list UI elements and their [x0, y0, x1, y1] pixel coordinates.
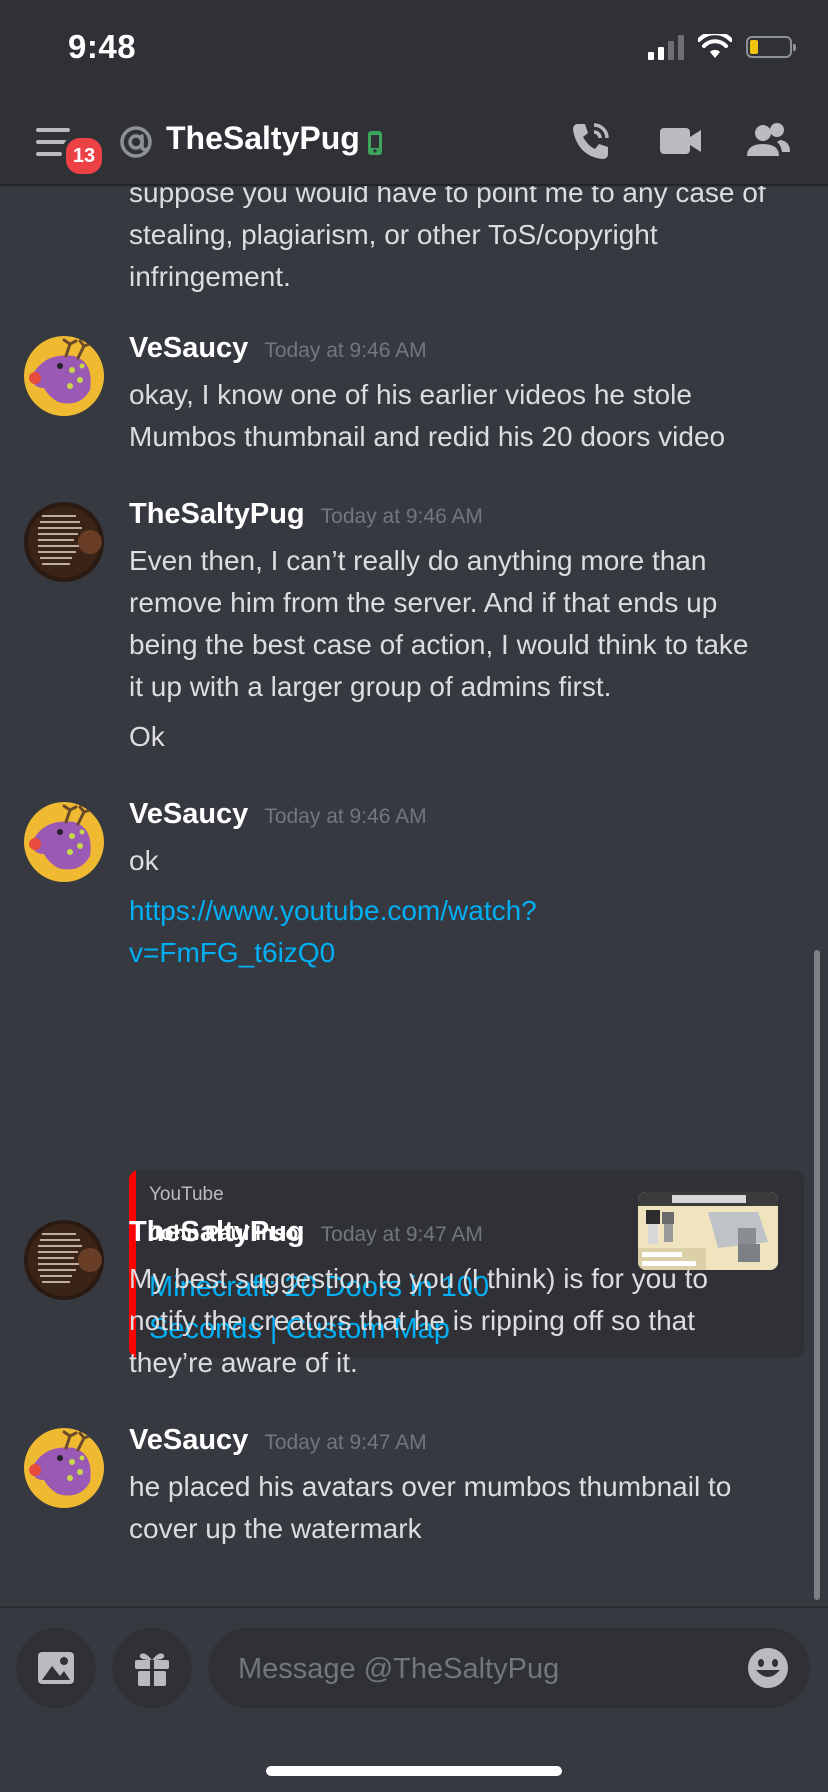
message-line: cover up the watermark — [129, 1513, 422, 1544]
username[interactable]: VeSaucy — [129, 332, 248, 365]
wifi-icon — [698, 34, 732, 58]
members-icon[interactable] — [744, 118, 792, 164]
message-body: VeSaucy Today at 9:46 AM okay, I know on… — [129, 332, 799, 458]
message-line: ok — [129, 845, 159, 876]
gift-button[interactable] — [112, 1628, 192, 1708]
avatar[interactable] — [24, 1428, 104, 1508]
mobile-status-icon — [368, 131, 382, 155]
message-list[interactable]: suppose you would have to point me to an… — [0, 186, 828, 1606]
avatar[interactable] — [24, 802, 104, 882]
cellular-signal-icon — [648, 34, 684, 60]
message-line: okay, I know one of his earlier videos h… — [129, 379, 692, 410]
link-line[interactable]: https://www.youtube.com/watch? — [129, 890, 799, 932]
message-line: My best suggestion to you (I think) is f… — [129, 1263, 708, 1294]
image-icon — [38, 1652, 74, 1684]
attach-image-button[interactable] — [16, 1628, 96, 1708]
username[interactable]: VeSaucy — [129, 798, 248, 831]
message-line: it up with a larger group of admins firs… — [129, 671, 612, 702]
status-icons — [648, 34, 796, 60]
scrollbar[interactable] — [814, 950, 820, 1600]
timestamp: Today at 9:46 AM — [264, 339, 427, 362]
timestamp: Today at 9:46 AM — [320, 505, 483, 528]
youtube-link[interactable]: https://www.youtube.com/watch? v=FmFG_t6… — [129, 890, 799, 974]
top-bar: 9:48 13 TheSaltyPug — [0, 0, 828, 186]
message-line: they’re aware of it. — [129, 1347, 358, 1378]
message-line: notify the creators that he is ripping o… — [129, 1305, 696, 1336]
avatar[interactable] — [24, 502, 104, 582]
username[interactable]: VeSaucy — [129, 1424, 248, 1457]
message-continuation: suppose you would have to point me to an… — [129, 186, 799, 298]
message-composer — [0, 1606, 828, 1792]
message-body: TheSaltyPug Today at 9:46 AM Even then, … — [129, 498, 799, 758]
call-icon[interactable] — [568, 118, 614, 164]
video-icon[interactable] — [658, 118, 704, 164]
message-line: stealing, plagiarism, or other ToS/copyr… — [129, 219, 658, 250]
channel-header: 13 TheSaltyPug — [0, 104, 828, 184]
username[interactable]: TheSaltyPug — [129, 1216, 305, 1249]
message-input-box[interactable] — [208, 1628, 810, 1710]
avatar[interactable] — [24, 1220, 104, 1300]
gift-icon — [135, 1653, 169, 1686]
at-icon — [120, 126, 152, 158]
emoji-icon[interactable] — [746, 1646, 790, 1690]
battery-icon — [746, 36, 796, 58]
home-indicator[interactable] — [266, 1766, 562, 1776]
dm-screen: 9:48 13 TheSaltyPug suppose you would ha… — [0, 0, 828, 1792]
link-line[interactable]: v=FmFG_t6izQ0 — [129, 932, 799, 974]
timestamp: Today at 9:47 AM — [264, 1431, 427, 1454]
message-line: being the best case of action, I would t… — [129, 629, 749, 660]
message-body: VeSaucy Today at 9:46 AM ok https://www.… — [129, 798, 799, 974]
timestamp: Today at 9:47 AM — [320, 1223, 483, 1246]
embed-provider[interactable]: YouTube — [149, 1184, 224, 1206]
message-input[interactable] — [236, 1628, 720, 1710]
channel-name: TheSaltyPug — [166, 120, 360, 156]
message-line: infringement. — [129, 261, 291, 292]
message-body: VeSaucy Today at 9:47 AM he placed his a… — [129, 1424, 799, 1550]
message-line: Ok — [129, 721, 165, 752]
message-body: TheSaltyPug Today at 9:47 AM My best sug… — [129, 1216, 799, 1384]
message-line: suppose you would have to point me to an… — [129, 186, 766, 208]
avatar[interactable] — [24, 336, 104, 416]
timestamp: Today at 9:46 AM — [264, 805, 427, 828]
username[interactable]: TheSaltyPug — [129, 498, 305, 531]
status-time: 9:48 — [68, 28, 137, 65]
message-line: Mumbos thumbnail and redid his 20 doors … — [129, 421, 726, 452]
unread-badge: 13 — [62, 134, 106, 178]
message-line: remove him from the server. And if that … — [129, 587, 718, 618]
message-line: he placed his avatars over mumbos thumbn… — [129, 1471, 732, 1502]
message-line: Even then, I can’t really do anything mo… — [129, 545, 707, 576]
